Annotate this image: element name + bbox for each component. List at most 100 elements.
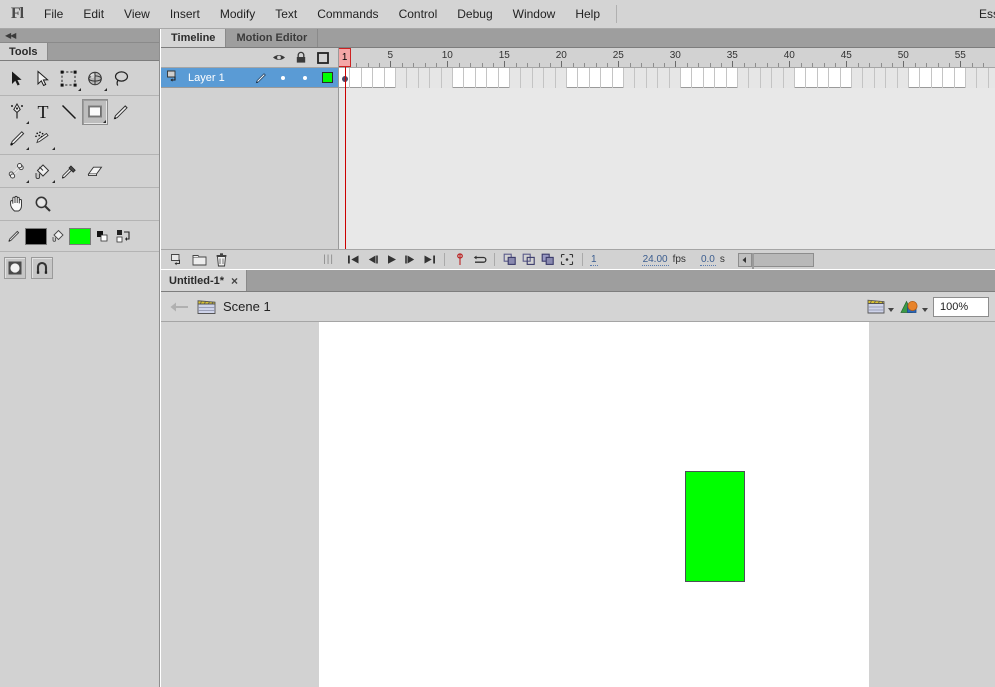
layer-visibility-toggle[interactable] [272,75,294,80]
timeline-frame-cell[interactable] [886,68,898,88]
edit-scene-button[interactable] [866,298,894,315]
panel-resize-grip[interactable]: ||| [323,254,334,265]
timeline-frame-cell[interactable] [532,68,545,88]
menu-item-window[interactable]: Window [503,0,566,29]
layer-outline-color-swatch[interactable] [316,72,338,83]
frame-rate-field[interactable]: 24.00 [641,254,669,266]
tab-motion-editor[interactable]: Motion Editor [226,29,319,47]
menu-item-modify[interactable]: Modify [210,0,265,29]
timeline-frame-cell[interactable] [760,68,773,88]
timeline-frame-cell[interactable] [601,68,613,88]
eyedropper-tool[interactable] [56,158,82,184]
close-icon[interactable]: × [231,275,238,287]
timeline-frame-cell[interactable] [578,68,590,88]
stroke-color-swatch[interactable] [25,227,47,245]
timeline-frame-cell[interactable] [738,68,750,88]
timeline-frame-cell[interactable] [418,68,431,88]
timeline-frame-cell[interactable] [635,68,647,88]
scrollbar-thumb[interactable] [751,252,754,269]
layer-lock-toggle[interactable] [294,75,316,80]
bone-tool[interactable] [4,158,30,184]
center-frame-button[interactable] [452,252,468,268]
line-tool[interactable] [56,99,82,125]
timeline-frame-cell[interactable] [943,68,955,88]
brush-tool[interactable] [4,125,30,151]
layer-name-label[interactable]: Layer 1 [188,72,250,84]
timeline-frame-cell[interactable] [795,68,807,88]
timeline-frame-cell[interactable] [453,68,465,88]
timeline-frame-cell[interactable] [841,68,852,88]
timeline-frame-cell[interactable] [932,68,944,88]
playhead-marker[interactable]: 1 [339,48,352,67]
panel-collapse-button[interactable]: ◀◀ [0,29,159,43]
timeline-frame-cell[interactable] [658,68,670,88]
menu-item-debug[interactable]: Debug [447,0,502,29]
timeline-layer-row[interactable]: Layer 1 [161,68,338,88]
outline-icon[interactable] [312,51,334,64]
timeline-frame-cell[interactable] [829,68,841,88]
paint-bucket-tool[interactable] [30,158,56,184]
timeline-frame-cell[interactable] [464,68,476,88]
timeline-frame-cell[interactable] [920,68,932,88]
timeline-frame-cell[interactable] [555,68,567,88]
swap-colors-button[interactable] [113,226,135,246]
timeline-frame-cell[interactable] [727,68,738,88]
timeline-frame-cell[interactable] [487,68,499,88]
document-tab[interactable]: Untitled-1* × [161,270,248,291]
timeline-frame-cell[interactable] [567,68,579,88]
timeline-horizontal-scrollbar[interactable] [737,252,814,269]
timeline-frame-cell[interactable] [510,68,522,88]
workspace-switcher[interactable]: Ess [979,0,995,29]
scrollbar-track[interactable] [751,252,814,269]
step-forward-one-frame-button[interactable] [402,252,418,268]
timeline-frame-cell[interactable] [692,68,704,88]
timeline-frame-cell[interactable] [955,68,966,88]
selection-tool[interactable] [4,66,30,92]
play-button[interactable] [383,252,399,268]
rectangle-tool[interactable] [82,99,108,125]
hand-tool[interactable] [4,191,30,217]
elapsed-time-field[interactable]: 0.0 [699,254,716,266]
timeline-frame-cell[interactable] [874,68,887,88]
new-folder-button[interactable] [191,252,207,268]
timeline-frame-cell[interactable] [407,68,419,88]
stage-area[interactable] [161,322,995,687]
loop-playback-button[interactable] [471,252,487,268]
timeline-frame-cell[interactable] [988,68,995,88]
3d-rotation-tool[interactable] [82,66,108,92]
onion-skin-button[interactable] [502,252,518,268]
zoom-tool[interactable] [30,191,56,217]
black-and-white-button[interactable] [91,226,113,246]
eraser-tool[interactable] [82,158,108,184]
pencil-tool[interactable] [108,99,134,125]
menu-item-insert[interactable]: Insert [160,0,210,29]
timeline-frame-cell[interactable] [613,68,624,88]
timeline-frame-cell[interactable] [385,68,396,88]
scroll-left-button[interactable] [737,252,752,267]
timeline-frame-cell[interactable] [624,68,636,88]
timeline-frame-cell[interactable] [430,68,442,88]
timeline-frames-row[interactable] [339,68,995,88]
onion-skin-outlines-button[interactable] [521,252,537,268]
menu-item-help[interactable]: Help [565,0,610,29]
modify-onion-markers-button[interactable] [559,252,575,268]
tab-tools[interactable]: Tools [0,43,48,60]
object-drawing-option-button[interactable] [4,257,26,279]
timeline-frame-cell[interactable] [852,68,864,88]
timeline-frame-cell[interactable] [749,68,761,88]
menu-item-commands[interactable]: Commands [307,0,388,29]
free-transform-tool[interactable] [56,66,82,92]
fill-color-swatch[interactable] [69,227,91,245]
timeline-frame-cell[interactable] [646,68,659,88]
timeline-frame-cell[interactable] [373,68,385,88]
go-to-last-frame-button[interactable] [421,252,437,268]
menu-item-text[interactable]: Text [265,0,307,29]
timeline-frame-cell[interactable] [783,68,795,88]
zoom-level-field[interactable]: 100% [933,296,989,317]
go-to-first-frame-button[interactable] [345,252,361,268]
timeline-frame-cell[interactable] [704,68,716,88]
timeline-frame-cell[interactable] [863,68,875,88]
edit-symbols-button[interactable] [899,298,928,315]
text-tool[interactable]: T [30,99,56,125]
timeline-frame-cell[interactable] [681,68,693,88]
